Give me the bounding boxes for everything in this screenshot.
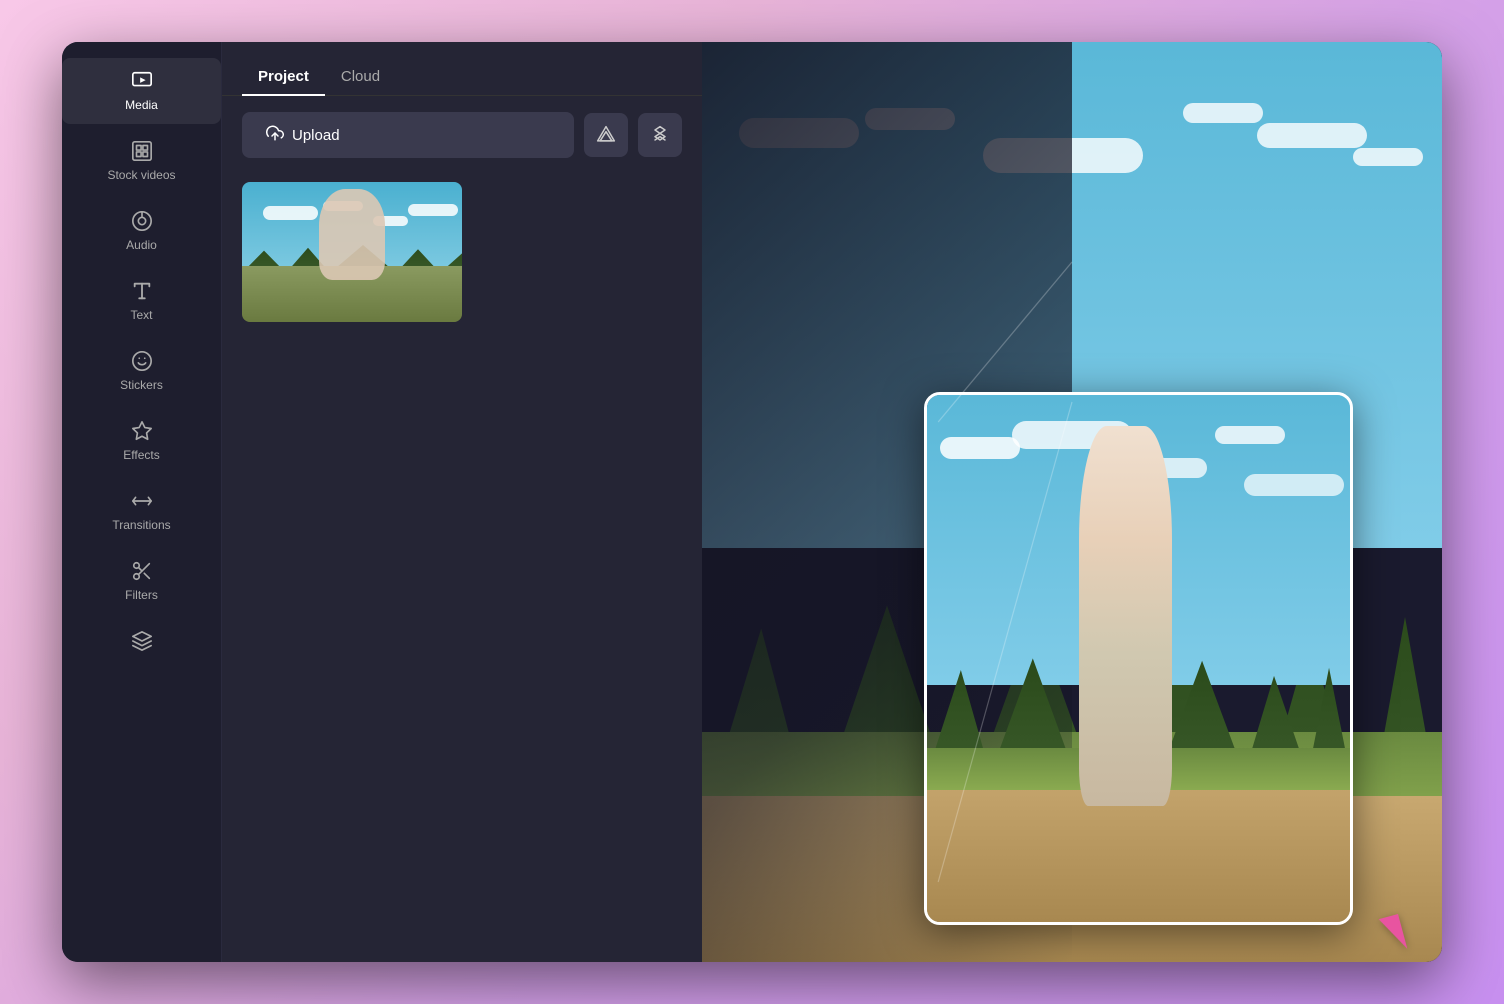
sidebar-item-text-label: Text (130, 308, 152, 322)
sidebar-item-effects[interactable]: Effects (62, 408, 221, 474)
upload-button-label: Upload (292, 127, 340, 144)
media-panel: Project Cloud Upload (222, 42, 702, 962)
sidebar-item-audio-label: Audio (126, 238, 157, 252)
dropbox-button[interactable] (638, 113, 682, 157)
zoomed-photo-inner (927, 395, 1350, 923)
effects-icon (131, 420, 153, 442)
zoomed-photo[interactable] (924, 392, 1353, 926)
tab-cloud[interactable]: Cloud (325, 58, 396, 95)
3d-icon (131, 630, 153, 652)
transitions-icon (131, 490, 153, 512)
zoom-person (1079, 426, 1172, 806)
sidebar-item-stickers-label: Stickers (120, 378, 163, 392)
google-drive-button[interactable] (584, 113, 628, 157)
sidebar: Media Stock videos (62, 42, 222, 962)
upload-icon (266, 124, 284, 146)
sidebar-item-transitions[interactable]: Transitions (62, 478, 221, 544)
stock-videos-icon (131, 140, 153, 162)
sidebar-item-filters-label: Filters (125, 588, 158, 602)
sidebar-item-audio[interactable]: Audio (62, 198, 221, 264)
sidebar-item-text[interactable]: Text (62, 268, 221, 334)
sidebar-item-media[interactable]: Media (62, 58, 221, 124)
upload-button[interactable]: Upload (242, 112, 574, 158)
stickers-icon (131, 350, 153, 372)
tabs-header: Project Cloud (222, 42, 702, 96)
filters-icon (131, 560, 153, 582)
app-container: Media Stock videos (62, 42, 1442, 962)
sidebar-item-media-label: Media (125, 98, 158, 112)
sidebar-item-transitions-label: Transitions (112, 518, 170, 532)
sidebar-item-effects-label: Effects (123, 448, 159, 462)
sidebar-item-3d[interactable] (62, 618, 221, 664)
audio-icon (131, 210, 153, 232)
thumb-photo-scene (242, 182, 462, 322)
media-grid (222, 174, 702, 330)
sidebar-item-stock-videos-label: Stock videos (107, 168, 175, 182)
sidebar-item-stock-videos[interactable]: Stock videos (62, 128, 221, 194)
thumb-person (319, 189, 385, 280)
upload-area: Upload (222, 96, 702, 174)
sidebar-item-stickers[interactable]: Stickers (62, 338, 221, 404)
media-thumbnail-1[interactable] (242, 182, 462, 322)
sidebar-item-filters[interactable]: Filters (62, 548, 221, 614)
tab-project[interactable]: Project (242, 58, 325, 95)
text-icon (131, 280, 153, 302)
media-icon (131, 70, 153, 92)
preview-area (702, 42, 1442, 962)
